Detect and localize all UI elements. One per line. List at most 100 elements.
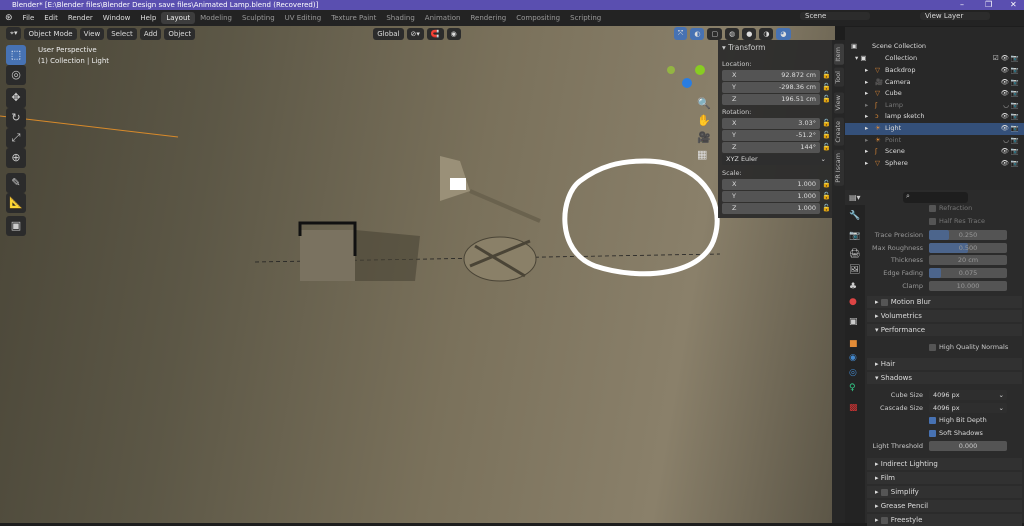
- tab-uv-editing[interactable]: UV Editing: [280, 14, 327, 22]
- lock-icon[interactable]: 🔓: [822, 119, 831, 127]
- annotate-tool-icon[interactable]: ✎: [6, 173, 26, 193]
- scene-field[interactable]: Scene: [800, 12, 870, 20]
- outliner-item[interactable]: ▸ ʃ Scene 👁 📷: [845, 146, 1024, 158]
- transform-tool-icon[interactable]: ⊕: [6, 148, 26, 168]
- expand-arrow-icon[interactable]: ▸: [865, 111, 868, 123]
- hair-panel[interactable]: ▸ Hair: [867, 358, 1022, 370]
- pan-hand-icon[interactable]: ✋: [697, 112, 711, 129]
- cascade-size-dropdown[interactable]: 4096 px ⌄: [929, 403, 1007, 413]
- tab-tool[interactable]: Tool: [834, 68, 844, 87]
- proportional-edit-icon[interactable]: ◉: [446, 27, 461, 40]
- view-menu[interactable]: View: [79, 27, 105, 40]
- slider-field[interactable]: 0.500: [929, 242, 1007, 253]
- rotate-tool-icon[interactable]: ↻: [6, 108, 26, 128]
- tab-compositing[interactable]: Compositing: [511, 14, 565, 22]
- outliner-item[interactable]: ▸ ▽ Backdrop 👁 📷: [845, 65, 1024, 77]
- tab-rendering[interactable]: Rendering: [465, 14, 511, 22]
- outliner-item[interactable]: ▸ ▽ Cube 👁 📷: [845, 88, 1024, 100]
- lock-icon[interactable]: 🔓: [822, 204, 831, 212]
- scale-x-field[interactable]: X 1.000: [722, 179, 820, 190]
- outliner-scene-collection[interactable]: ▣ Scene Collection: [845, 41, 1024, 53]
- editor-type-button[interactable]: ⌖▾: [6, 27, 22, 40]
- cursor-tool-icon[interactable]: ◎: [6, 65, 26, 85]
- high-bit-depth-checkbox[interactable]: High Bit Depth: [929, 416, 1024, 424]
- visibility-icons[interactable]: ◡ 📷: [1003, 135, 1019, 147]
- expand-arrow-icon[interactable]: ▸: [865, 65, 868, 77]
- add-cube-tool-icon[interactable]: ▣: [6, 216, 26, 236]
- gizmo-toggle-icon[interactable]: ⤧: [673, 27, 688, 40]
- visibility-icons[interactable]: 👁 📷: [1001, 77, 1019, 89]
- slider-field[interactable]: 0.250: [929, 230, 1007, 240]
- lock-icon[interactable]: 🔓: [822, 143, 831, 151]
- blender-logo-icon[interactable]: ⊛: [0, 13, 18, 23]
- slider-field[interactable]: 0.075: [929, 268, 1007, 279]
- lock-icon[interactable]: 🔓: [822, 131, 831, 139]
- expand-arrow-icon[interactable]: ▸: [865, 135, 868, 147]
- tab-sculpting[interactable]: Sculpting: [237, 14, 280, 22]
- select-menu[interactable]: Select: [107, 27, 137, 40]
- snap-icon[interactable]: 🧲: [426, 27, 444, 40]
- shading-wireframe-icon[interactable]: ◍: [725, 27, 740, 40]
- select-box-tool-icon[interactable]: ⬚: [6, 45, 26, 65]
- view-layer-field[interactable]: View Layer: [920, 12, 990, 20]
- volumetrics-panel[interactable]: ▸ Volumetrics: [867, 310, 1022, 322]
- ortho-grid-icon[interactable]: ▦: [697, 146, 711, 163]
- light-threshold-field[interactable]: 0.000: [929, 441, 1007, 451]
- minimize-button[interactable]: –: [960, 0, 964, 10]
- visibility-icons[interactable]: 👁 📷: [1001, 158, 1019, 170]
- scale-y-field[interactable]: Y 1.000: [722, 191, 820, 202]
- scene-selector[interactable]: Scene: [795, 12, 875, 20]
- expand-arrow-icon[interactable]: ▸: [865, 123, 868, 135]
- object-menu[interactable]: Object: [164, 27, 196, 40]
- lock-icon[interactable]: 🔓: [822, 71, 831, 79]
- move-tool-icon[interactable]: ✥: [6, 88, 26, 108]
- visibility-icons[interactable]: 👁 📷: [1001, 123, 1019, 135]
- refraction-checkbox[interactable]: Refraction: [929, 204, 1024, 212]
- expand-arrow-icon[interactable]: ▸: [865, 88, 868, 100]
- cube-size-dropdown[interactable]: 4096 px ⌄: [929, 390, 1007, 400]
- mode-dropdown[interactable]: Object Mode: [24, 27, 77, 40]
- film-panel[interactable]: ▸ Film: [867, 472, 1022, 484]
- tab-modeling[interactable]: Modeling: [195, 14, 237, 22]
- tab-layout[interactable]: Layout: [161, 12, 196, 24]
- menu-file[interactable]: File: [18, 14, 40, 22]
- expand-arrow-icon[interactable]: ▸: [865, 100, 868, 112]
- restore-button[interactable]: ❐: [985, 0, 992, 10]
- xray-icon[interactable]: ▢: [707, 27, 723, 40]
- visibility-icons[interactable]: 👁 📷: [1001, 65, 1019, 77]
- location-y-field[interactable]: Y -298.36 cm: [722, 82, 820, 93]
- menu-window[interactable]: Window: [98, 14, 136, 22]
- soft-shadows-checkbox[interactable]: Soft Shadows: [929, 429, 1024, 437]
- tab-texture-paint[interactable]: Texture Paint: [326, 14, 381, 22]
- visibility-icons[interactable]: ◡ 📷: [1003, 100, 1019, 112]
- visibility-icons[interactable]: 👁 📷: [1001, 111, 1019, 123]
- outliner-item[interactable]: ▸ 🎥 Camera 👁 📷: [845, 77, 1024, 89]
- lock-icon[interactable]: 🔓: [822, 192, 831, 200]
- visibility-icons[interactable]: 👁 📷: [1001, 88, 1019, 100]
- tab-item[interactable]: Item: [834, 44, 844, 65]
- freestyle-panel[interactable]: ▸ Freestyle: [867, 514, 1022, 526]
- orientation-dropdown[interactable]: Global: [373, 27, 404, 40]
- shading-rendered-icon[interactable]: ◕: [776, 27, 791, 40]
- location-x-field[interactable]: X 92.872 cm: [722, 70, 820, 81]
- measure-tool-icon[interactable]: 📐: [6, 193, 26, 213]
- high-quality-normals-checkbox[interactable]: High Quality Normals: [929, 343, 1024, 351]
- expand-arrow-icon[interactable]: ▸: [865, 146, 868, 158]
- rotation-y-field[interactable]: Y -51.2°: [722, 130, 820, 141]
- rotation-mode-dropdown[interactable]: XYZ Euler ⌄: [722, 154, 830, 165]
- shading-material-icon[interactable]: ◑: [759, 27, 774, 40]
- scale-z-field[interactable]: Z 1.000: [722, 203, 820, 214]
- menu-edit[interactable]: Edit: [39, 14, 63, 22]
- overlay-toggle-icon[interactable]: ◐: [690, 27, 705, 40]
- outliner-collection[interactable]: ▾ ▣ Collection ☑ 👁 📷: [845, 53, 1024, 65]
- expand-arrow-icon[interactable]: ▸: [865, 158, 868, 170]
- scale-tool-icon[interactable]: ⤢: [6, 128, 26, 148]
- slider-field[interactable]: 20 cm: [929, 255, 1007, 266]
- expand-arrow-icon[interactable]: ▸: [865, 77, 868, 89]
- grease-pencil-panel[interactable]: ▸ Grease Pencil: [867, 500, 1022, 512]
- outliner-item[interactable]: ▸ ☀ Point ◡ 📷: [845, 135, 1024, 147]
- tab-animation[interactable]: Animation: [420, 14, 466, 22]
- rotation-z-field[interactable]: Z 144°: [722, 142, 820, 153]
- camera-view-icon[interactable]: 🎥: [697, 129, 711, 146]
- visibility-icons[interactable]: ☑ 👁 📷: [993, 53, 1019, 65]
